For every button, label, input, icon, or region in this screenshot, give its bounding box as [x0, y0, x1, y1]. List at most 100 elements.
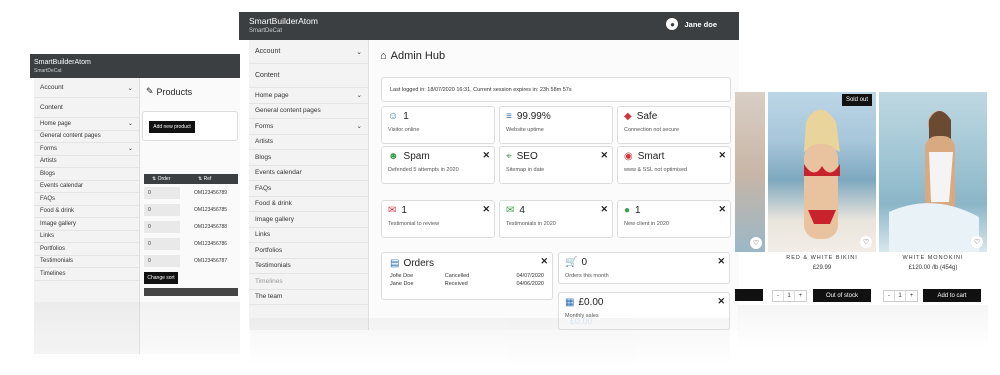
sidebar-item-label: Home page [255, 91, 289, 99]
sidebar-item[interactable]: Food & drink [249, 197, 368, 212]
close-icon[interactable]: ✕ [718, 150, 726, 161]
product-name[interactable]: RED & WHITE BIKINI [768, 255, 876, 261]
order-cell[interactable]: 0 [144, 220, 180, 233]
sidebar-item[interactable]: The team [249, 290, 368, 305]
sidebar-item[interactable]: Portfolios [249, 243, 368, 259]
stat-value: 99.99% [516, 111, 551, 122]
site-name: SmartDeCat [249, 28, 283, 34]
comments-icon: ✉ [506, 205, 515, 216]
sidebar-item-label: Content [40, 104, 63, 111]
order-cell[interactable]: 0 [144, 186, 180, 199]
sidebar-item[interactable]: FAQs [34, 193, 139, 206]
sidebar-item[interactable]: Timelines [249, 274, 368, 290]
product-image-cropped[interactable]: ♡ [735, 92, 765, 252]
sidebar-item[interactable]: Home page ⌄ [249, 88, 368, 104]
close-icon[interactable]: ✕ [482, 150, 490, 161]
add-to-cart-button[interactable]: Add to cart [923, 289, 981, 302]
order-cell: Received [444, 281, 468, 287]
product-price: £29.99 [812, 265, 832, 271]
stat-card: ☺ 1 Visitor online [381, 106, 495, 144]
close-icon[interactable]: ✕ [600, 204, 608, 215]
sidebar-item[interactable]: Events calendar [34, 181, 139, 193]
sidebar-item[interactable]: Content [249, 64, 368, 88]
qty-minus-button[interactable]: - [773, 291, 784, 301]
qty-value[interactable]: 1 [784, 291, 795, 301]
middle-sidebar: Account ⌄ Content Home page ⌄ General content… [249, 40, 369, 330]
sidebar-item[interactable]: Blogs [34, 168, 139, 181]
table-body: 0 OM123456789 0 OM123456785 0 OM123456788 0 OM1… [144, 184, 238, 269]
table-row[interactable]: 0 OM123456785 [144, 201, 238, 218]
stat-card: ◉ Smart www & SSL not optimised ✕ [617, 146, 731, 184]
table-row[interactable]: 0 OM123456786 [144, 235, 238, 252]
order-row[interactable]: Jane Doe Received 04/06/2020 [390, 280, 544, 288]
comments-icon: ✉ [388, 205, 397, 216]
sidebar-item[interactable]: Account ⌄ [34, 78, 139, 98]
sidebar-item-label: Portfolios [255, 246, 283, 254]
sidebar-item-label: The team [255, 293, 283, 301]
sidebar-item[interactable]: Artists [34, 156, 139, 168]
qty-plus-button[interactable]: + [795, 291, 806, 301]
user-menu[interactable]: ● Jane doe [666, 18, 717, 30]
heart-icon[interactable]: ♡ [971, 236, 983, 248]
sidebar-item[interactable]: Blogs [249, 150, 368, 166]
sidebar-item[interactable]: Timelines [34, 268, 139, 281]
sidebar-item[interactable]: Artists [249, 135, 368, 150]
sidebar-item[interactable]: General content pages [34, 131, 139, 143]
qty-plus-button[interactable]: + [906, 291, 917, 301]
quantity-stepper[interactable]: - 1 + [883, 290, 918, 302]
close-icon[interactable]: ✕ [717, 256, 725, 267]
shield-icon: ◆ [624, 111, 632, 122]
cart-icon: 🛒 [565, 257, 578, 268]
sidebar-item-label: General content pages [40, 133, 101, 140]
order-cell[interactable]: 0 [144, 237, 180, 250]
product-image-bikini[interactable]: Sold out ♡ [768, 92, 876, 252]
add-product-card: Add new product [142, 111, 238, 141]
close-icon[interactable]: ✕ [718, 204, 726, 215]
sidebar-item[interactable]: Events calendar [249, 166, 368, 181]
sidebar-item[interactable]: Links [249, 228, 368, 243]
qty-value[interactable]: 1 [895, 291, 906, 301]
table-row[interactable]: 0 OM123456789 [144, 184, 238, 201]
sidebar-item[interactable]: Forms ⌄ [249, 119, 368, 135]
sidebar-item[interactable]: Content [34, 98, 139, 118]
sidebar-item[interactable]: Forms ⌄ [34, 143, 139, 156]
change-sort-button[interactable]: Change sort [144, 272, 178, 284]
sidebar-item[interactable]: Food & drink [34, 206, 139, 218]
sidebar-item[interactable]: General content pages [249, 104, 368, 119]
heart-icon[interactable]: ♡ [750, 237, 762, 249]
cropped-action-button[interactable] [735, 289, 763, 301]
home-icon: ⌂ [380, 50, 387, 62]
sidebar-item[interactable]: Links [34, 231, 139, 243]
order-cell[interactable]: 0 [144, 254, 180, 267]
sidebar-item[interactable]: Testimonials [34, 256, 139, 268]
product-name[interactable]: WHITE MONOKINI [879, 255, 987, 261]
sidebar-item[interactable]: Account ⌄ [249, 40, 368, 64]
quantity-stepper[interactable]: - 1 + [772, 290, 807, 302]
sidebar-item[interactable]: FAQs [249, 181, 368, 197]
close-icon[interactable]: ✕ [717, 296, 725, 307]
sidebar-item[interactable]: Image gallery [34, 218, 139, 231]
out-of-stock-button[interactable]: Out of stock [813, 289, 871, 302]
sidebar-item-label: FAQs [40, 195, 56, 202]
table-row[interactable]: 0 OM123456787 [144, 252, 238, 269]
order-cell[interactable]: 0 [144, 203, 180, 216]
qty-minus-button[interactable]: - [884, 291, 895, 301]
close-icon[interactable]: ✕ [600, 150, 608, 161]
orders-month-label: Orders this month [565, 273, 609, 279]
sidebar-item[interactable]: Testimonials [249, 259, 368, 274]
sidebar-item-label: Food & drink [40, 208, 75, 215]
heart-icon[interactable]: ♡ [860, 236, 872, 248]
close-icon[interactable]: ✕ [540, 256, 548, 267]
order-cell: 04/07/2020 [516, 273, 544, 279]
model-figure-icon [804, 109, 840, 239]
stat-label: Website uptime [506, 127, 544, 133]
sidebar-item[interactable]: Home page ⌄ [34, 118, 139, 131]
table-row[interactable]: 0 OM123456788 [144, 218, 238, 235]
close-icon[interactable]: ✕ [482, 204, 490, 215]
sidebar-item[interactable]: Portfolios [34, 243, 139, 256]
orders-count: 0 [581, 257, 588, 268]
order-row[interactable]: Jofie Doe Cancelled 04/07/2020 [390, 272, 544, 280]
add-product-button[interactable]: Add new product [149, 121, 195, 133]
product-image-monokini[interactable]: ♡ [879, 92, 987, 252]
sidebar-item[interactable]: Image gallery [249, 212, 368, 228]
